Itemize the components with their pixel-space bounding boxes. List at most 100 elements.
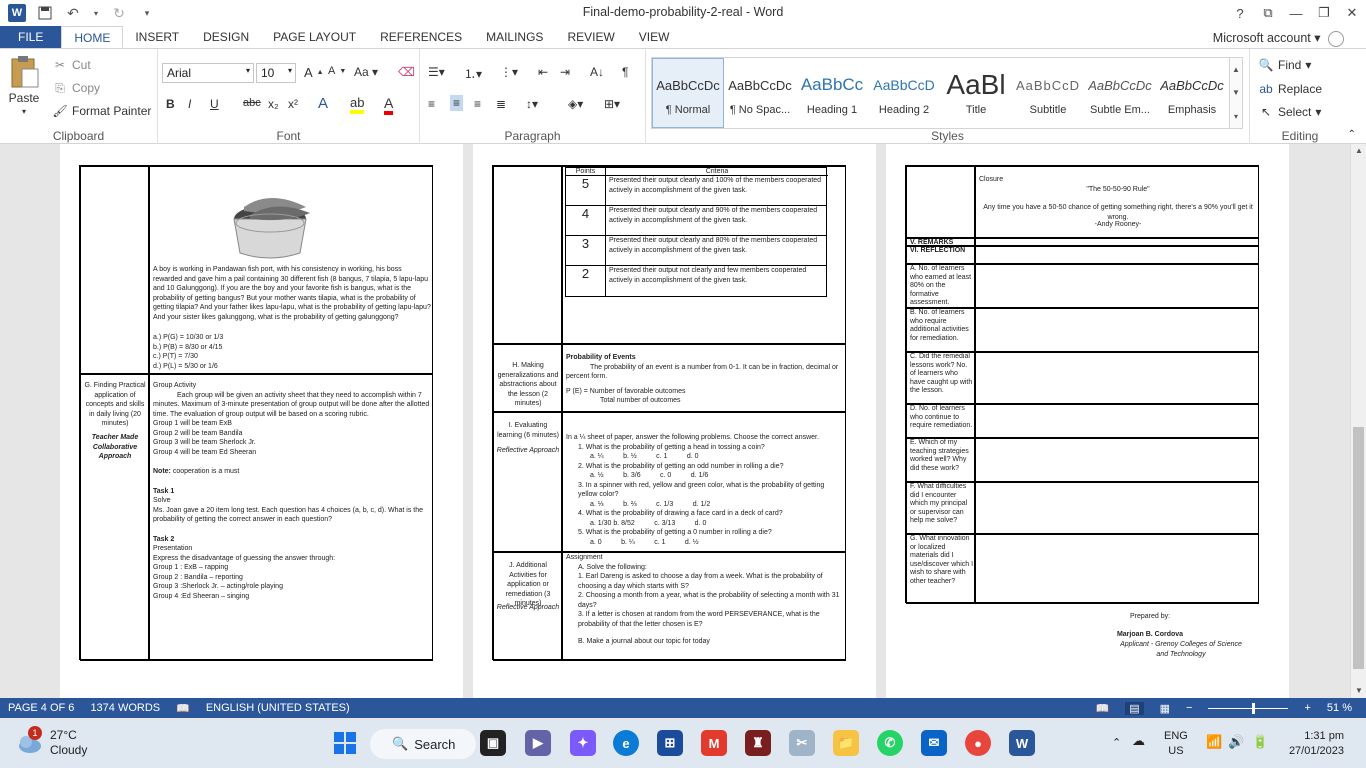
scroll-thumb[interactable] (1353, 427, 1364, 669)
game-icon[interactable]: ♜ (745, 730, 771, 756)
help-button[interactable]: ? (1226, 0, 1254, 26)
tab-references[interactable]: REFERENCES (368, 26, 474, 48)
mario-game-icon[interactable]: M (701, 730, 727, 756)
word-count[interactable]: 1374 WORDS (90, 702, 160, 714)
font-name-input[interactable]: Arial ▾ (162, 63, 254, 83)
copilot-icon[interactable]: ✦ (570, 730, 596, 756)
wifi-icon[interactable]: 📶 (1206, 734, 1222, 750)
tab-review[interactable]: REVIEW (555, 26, 626, 48)
store-icon[interactable]: ⊞ (657, 730, 683, 756)
edge-icon[interactable]: e (613, 730, 639, 756)
collapse-ribbon-icon[interactable]: ⌃ (1348, 129, 1356, 140)
increase-indent-icon[interactable]: ⇥ (560, 65, 570, 79)
battery-icon[interactable]: 🔋 (1252, 734, 1268, 750)
tab-mailings[interactable]: MAILINGS (474, 26, 555, 48)
sort-icon[interactable]: A↓ (590, 65, 604, 79)
tab-page-layout[interactable]: PAGE LAYOUT (261, 26, 368, 48)
print-layout-icon[interactable]: ▤ (1125, 701, 1144, 715)
weather-widget[interactable]: 1 (16, 726, 44, 756)
bullets-icon[interactable]: ☰▾ (428, 65, 445, 79)
proofing-icon[interactable]: 📖 (176, 702, 190, 715)
volume-icon[interactable]: 🔊 (1228, 734, 1244, 750)
select-button[interactable]: ↖ Select ▾ (1258, 104, 1321, 120)
language-switcher[interactable]: ENG US (1164, 729, 1188, 759)
whatsapp-icon[interactable]: ✆ (877, 730, 903, 756)
numbering-icon[interactable]: ⒈▾ (464, 65, 482, 82)
decrease-indent-icon[interactable]: ⇤ (538, 65, 548, 79)
search-box[interactable]: 🔍 Search (370, 729, 476, 759)
highlight-icon[interactable]: ab (350, 95, 365, 114)
weather-text[interactable]: 27°C Cloudy (50, 728, 87, 758)
language-indicator[interactable]: ENGLISH (UNITED STATES) (206, 702, 350, 714)
undo-dropdown-icon[interactable]: ▾ (92, 4, 100, 22)
tab-file[interactable]: FILE (0, 26, 62, 48)
scroll-up-icon[interactable]: ▲ (1351, 144, 1366, 158)
underline-button[interactable]: U (210, 97, 219, 111)
change-case-button[interactable]: Aa ▾ (354, 65, 378, 79)
shading-icon[interactable]: ◈▾ (568, 97, 583, 111)
chrome-icon[interactable]: ● (965, 730, 991, 756)
task-view-icon[interactable]: ▣ (480, 730, 506, 756)
web-layout-icon[interactable]: ▦ (1160, 702, 1170, 715)
scroll-down-icon[interactable]: ▼ (1351, 684, 1366, 698)
close-icon[interactable]: ✕ (1338, 0, 1366, 26)
save-icon[interactable] (36, 4, 54, 22)
more-icon[interactable]: ▾ (1234, 112, 1238, 121)
italic-button[interactable]: I (188, 97, 191, 111)
clear-formatting-icon[interactable]: ⌫ (398, 65, 415, 79)
zoom-out-icon[interactable]: − (1186, 702, 1192, 714)
chevron-up-icon[interactable]: ▲ (1232, 65, 1240, 74)
read-mode-icon[interactable]: 📖 (1096, 702, 1110, 715)
style-emphasis[interactable]: AaBbCcDc Emphasis (1156, 58, 1228, 128)
bold-button[interactable]: B (166, 97, 175, 111)
style-normal[interactable]: AaBbCcDc ¶ Normal (652, 58, 724, 128)
copy-button[interactable]: ⎘ Copy (52, 80, 100, 96)
ribbon-display-icon[interactable]: ⧉ (1254, 0, 1282, 26)
minimize-icon[interactable]: — (1282, 0, 1310, 26)
find-button[interactable]: 🔍 Find ▾ (1258, 57, 1312, 73)
chevron-down-icon[interactable]: ▼ (1232, 88, 1240, 97)
line-spacing-icon[interactable]: ↕▾ (526, 97, 538, 111)
font-size-input[interactable]: 10 ▾ (256, 63, 296, 83)
align-left-icon[interactable]: ≡ (428, 97, 435, 111)
account-button[interactable]: Microsoft account ▾ (1213, 30, 1344, 47)
style-subtitle[interactable]: AaBbCcD Subtitle (1012, 58, 1084, 128)
style-title[interactable]: AaBl Title (940, 58, 1012, 128)
align-right-icon[interactable]: ≡ (474, 97, 481, 111)
snipping-icon[interactable]: ✂ (789, 730, 815, 756)
word-logo-icon[interactable]: W (8, 4, 26, 22)
zoom-in-icon[interactable]: + (1304, 702, 1310, 714)
multilevel-list-icon[interactable]: ⋮▾ (500, 65, 518, 79)
undo-icon[interactable]: ↶ (64, 4, 82, 22)
justify-icon[interactable]: ≣ (496, 97, 506, 111)
file-explorer-icon[interactable]: 📁 (833, 730, 859, 756)
align-center-icon[interactable]: ≡ (450, 95, 464, 111)
shrink-font-button[interactable]: A ▼ (328, 65, 346, 77)
page-count[interactable]: PAGE 4 OF 6 (8, 702, 74, 714)
style-no-spacing[interactable]: AaBbCcDc ¶ No Spac... (724, 58, 796, 128)
restore-icon[interactable]: ❐ (1310, 0, 1338, 26)
subscript-button[interactable]: x₂ (268, 97, 279, 111)
paste-button[interactable]: Paste ▾ (8, 55, 40, 116)
style-heading-1[interactable]: AaBbCc Heading 1 (796, 58, 868, 128)
tab-design[interactable]: DESIGN (191, 26, 261, 48)
clock[interactable]: 1:31 pm 27/01/2023 (1284, 729, 1344, 759)
start-icon[interactable] (332, 730, 358, 756)
zoom-level[interactable]: 51 % (1327, 702, 1352, 714)
cut-button[interactable]: ✂ Cut (52, 57, 91, 73)
font-color-icon[interactable]: A (384, 95, 394, 115)
redo-icon[interactable]: ↻ (110, 4, 128, 22)
tab-insert[interactable]: INSERT (123, 26, 191, 48)
tray-chevron-icon[interactable]: ⌃ (1112, 736, 1121, 749)
mail-icon[interactable]: ✉ (921, 730, 947, 756)
style-subtle-emphasis[interactable]: AaBbCcDc Subtle Em... (1084, 58, 1156, 128)
borders-icon[interactable]: ⊞▾ (604, 97, 620, 111)
tab-home[interactable]: HOME (61, 26, 124, 48)
show-hide-icon[interactable]: ¶ (622, 65, 628, 79)
zoom-slider[interactable] (1208, 702, 1289, 714)
replace-button[interactable]: ab Replace (1258, 81, 1322, 97)
vertical-scrollbar[interactable]: ▲ ▼ (1350, 144, 1366, 698)
text-effects-icon[interactable]: A (318, 95, 328, 112)
strikethrough-button[interactable]: abc (243, 97, 261, 109)
style-heading-2[interactable]: AaBbCcD Heading 2 (868, 58, 940, 128)
